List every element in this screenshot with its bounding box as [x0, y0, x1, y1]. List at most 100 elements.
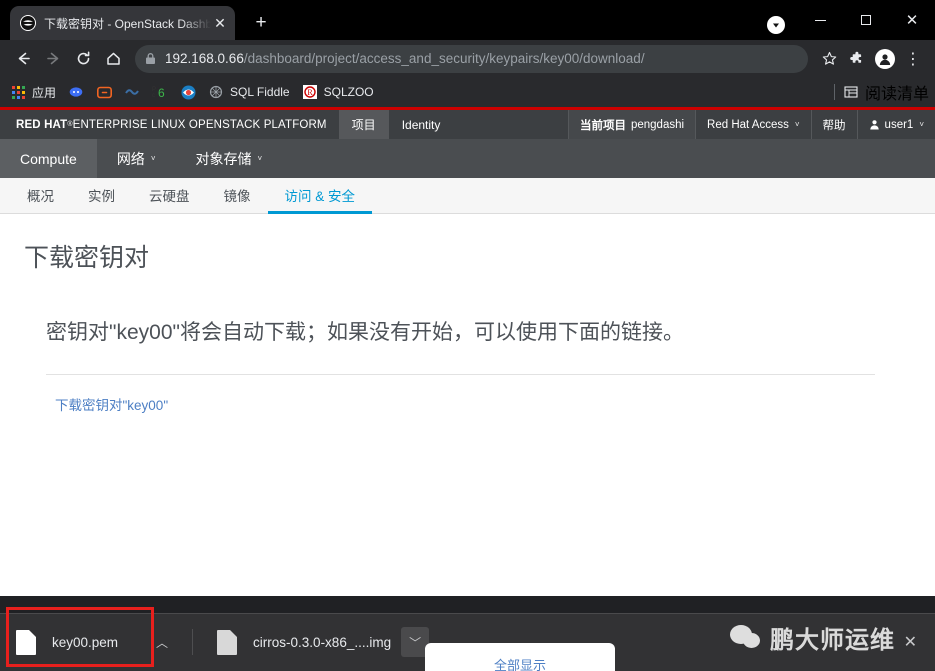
openstack-header: RED HAT ® ENTERPRISE LINUX OPENSTACK PLAT…	[0, 110, 935, 139]
download-panel: 密钥对"key00"将会自动下载；如果没有开始，可以使用下面的链接。 下载密钥对…	[46, 317, 911, 416]
close-icon[interactable]: ✕	[211, 14, 229, 32]
image-file-icon	[217, 629, 238, 655]
reload-button[interactable]	[68, 44, 98, 74]
watermark-text: 鹏大师运维	[770, 627, 895, 654]
nav-item-label: Compute	[20, 150, 77, 167]
tab-images[interactable]: 镜像	[207, 178, 268, 214]
sqlzoo-icon: R	[302, 84, 318, 100]
bookmark-star-icon[interactable]	[815, 45, 843, 73]
download-keypair-link[interactable]: 下载密钥对"key00"	[55, 394, 168, 414]
red-hat-access-menu[interactable]: Red Hat Access ˅	[695, 110, 811, 139]
window-close-button[interactable]: ✕	[889, 4, 935, 36]
browser-toolbar: 192.168.0.66/dashboard/project/access_an…	[0, 40, 935, 77]
header-tab-project[interactable]: 项目	[338, 110, 389, 139]
bookmark-item[interactable]	[118, 80, 146, 104]
extensions-icon[interactable]	[843, 45, 871, 73]
reading-list-button[interactable]: 阅读清单	[833, 80, 929, 104]
openstack-favicon	[20, 15, 36, 31]
browser-titlebar: 下载密钥对 - OpenStack Dashb ✕ + ✕	[0, 0, 935, 40]
new-tab-button[interactable]: +	[247, 9, 275, 37]
bookmarks-bar: 应用 Pc6 SQL Fiddle R SQLZOO 阅读清单	[0, 77, 935, 107]
help-link[interactable]: 帮助	[810, 110, 857, 139]
openstack-nav: Compute 网络 ˅ 对象存储 ˅	[0, 139, 935, 178]
bookmark-item[interactable]: SQL Fiddle	[202, 80, 296, 104]
chevron-down-icon: ˅	[150, 154, 156, 163]
sqlfiddle-icon	[208, 84, 224, 100]
current-project-label: 当前项目	[579, 119, 626, 132]
current-project[interactable]: 当前项目 pengdashi	[567, 110, 696, 139]
section-tabs: 概况 实例 云硬盘 镜像 访问 & 安全	[0, 178, 935, 214]
nav-item-network[interactable]: 网络 ˅	[97, 139, 176, 178]
nav-item-label: 对象存储	[195, 150, 252, 167]
current-project-value: pengdashi	[630, 118, 685, 131]
bookmark-label: SQLZOO	[323, 85, 374, 99]
reading-list-icon	[843, 84, 859, 100]
user-name: user1	[884, 118, 914, 131]
reading-list-label: 阅读清单	[864, 86, 929, 103]
discord-icon	[68, 84, 84, 100]
home-button[interactable]	[98, 44, 128, 74]
back-button[interactable]	[8, 44, 38, 74]
browser-tab-title: 下载密钥对 - OpenStack Dashb	[44, 16, 211, 31]
nav-item-object-storage[interactable]: 对象存储 ˅	[175, 139, 282, 178]
show-all-downloads-button[interactable]: 全部显示	[425, 643, 615, 671]
forward-button[interactable]	[38, 44, 68, 74]
divider	[192, 629, 194, 655]
shelf-right-controls: ✕	[896, 632, 935, 652]
download-item-cirros[interactable]: cirros-0.3.0-x86_....img ﹀	[201, 619, 433, 665]
download-indicator-icon[interactable]	[767, 16, 785, 34]
address-bar-host: 192.168.0.66	[165, 51, 244, 66]
bookmark-item[interactable]: Pc6	[146, 80, 174, 104]
close-shelf-icon[interactable]: ✕	[896, 632, 925, 652]
eye-icon	[180, 84, 196, 100]
bracket-icon	[96, 84, 112, 100]
bookmark-item[interactable]	[90, 80, 118, 104]
download-item-name: cirros-0.3.0-x86_....img	[253, 634, 392, 650]
chevron-down-icon: ˅	[919, 120, 924, 129]
red-hat-access-label: Red Hat Access	[707, 118, 789, 131]
divider	[833, 84, 835, 100]
highlight-box	[6, 607, 154, 667]
header-tab-identity[interactable]: Identity	[389, 110, 454, 139]
brand-name: RED HAT	[16, 118, 68, 131]
blue-icon	[124, 84, 140, 100]
tab-instances[interactable]: 实例	[71, 178, 132, 214]
bookmark-apps-label: 应用	[32, 85, 57, 100]
bookmark-apps[interactable]: 应用	[4, 80, 62, 104]
page-title: 下载密钥对	[24, 244, 150, 272]
chevron-down-icon: ˅	[257, 154, 263, 163]
bookmark-label: SQL Fiddle	[230, 85, 290, 99]
svg-text:6: 6	[158, 86, 165, 99]
brand-product: ENTERPRISE LINUX OPENSTACK PLATFORM	[72, 118, 327, 131]
address-bar-path: /dashboard/project/access_and_security/k…	[243, 51, 645, 66]
svg-text:R: R	[307, 88, 313, 97]
svg-text:c: c	[152, 93, 155, 99]
pc6-icon: Pc6	[152, 84, 168, 100]
browser-menu-icon[interactable]: ⋮	[899, 45, 927, 73]
page-content: 下载密钥对 密钥对"key00"将会自动下载；如果没有开始，可以使用下面的链接。…	[0, 214, 935, 596]
watermark: 鹏大师运维	[730, 620, 895, 655]
tab-access-and-security[interactable]: 访问 & 安全	[267, 178, 373, 214]
minimize-button[interactable]	[797, 4, 843, 36]
browser-tab[interactable]: 下载密钥对 - OpenStack Dashb ✕	[10, 6, 235, 40]
profile-icon[interactable]	[871, 45, 899, 73]
chevron-down-icon: ˅	[794, 120, 800, 129]
tab-volumes[interactable]: 云硬盘	[132, 178, 207, 214]
address-bar[interactable]: 192.168.0.66/dashboard/project/access_an…	[135, 44, 808, 73]
lock-icon	[145, 52, 156, 65]
maximize-button[interactable]	[843, 4, 889, 36]
bookmark-item[interactable]: R SQLZOO	[296, 80, 380, 104]
download-message: 密钥对"key00"将会自动下载；如果没有开始，可以使用下面的链接。	[46, 320, 684, 344]
address-bar-url: 192.168.0.66/dashboard/project/access_an…	[165, 51, 645, 66]
header-right-menu: 当前项目 pengdashi Red Hat Access ˅ 帮助 user1 ˅	[567, 110, 935, 139]
bookmark-item[interactable]	[62, 80, 90, 104]
browser-window: 下载密钥对 - OpenStack Dashb ✕ + ✕ 192.168.0.…	[0, 0, 935, 671]
tab-overview[interactable]: 概况	[10, 178, 71, 214]
apps-grid-icon	[10, 84, 26, 100]
nav-item-compute[interactable]: Compute	[0, 139, 97, 178]
bookmark-item[interactable]	[174, 80, 202, 104]
user-menu[interactable]: user1 ˅	[856, 110, 935, 139]
wechat-icon	[730, 624, 762, 651]
brand-title: RED HAT ® ENTERPRISE LINUX OPENSTACK PLAT…	[0, 110, 339, 139]
user-icon	[869, 119, 880, 130]
